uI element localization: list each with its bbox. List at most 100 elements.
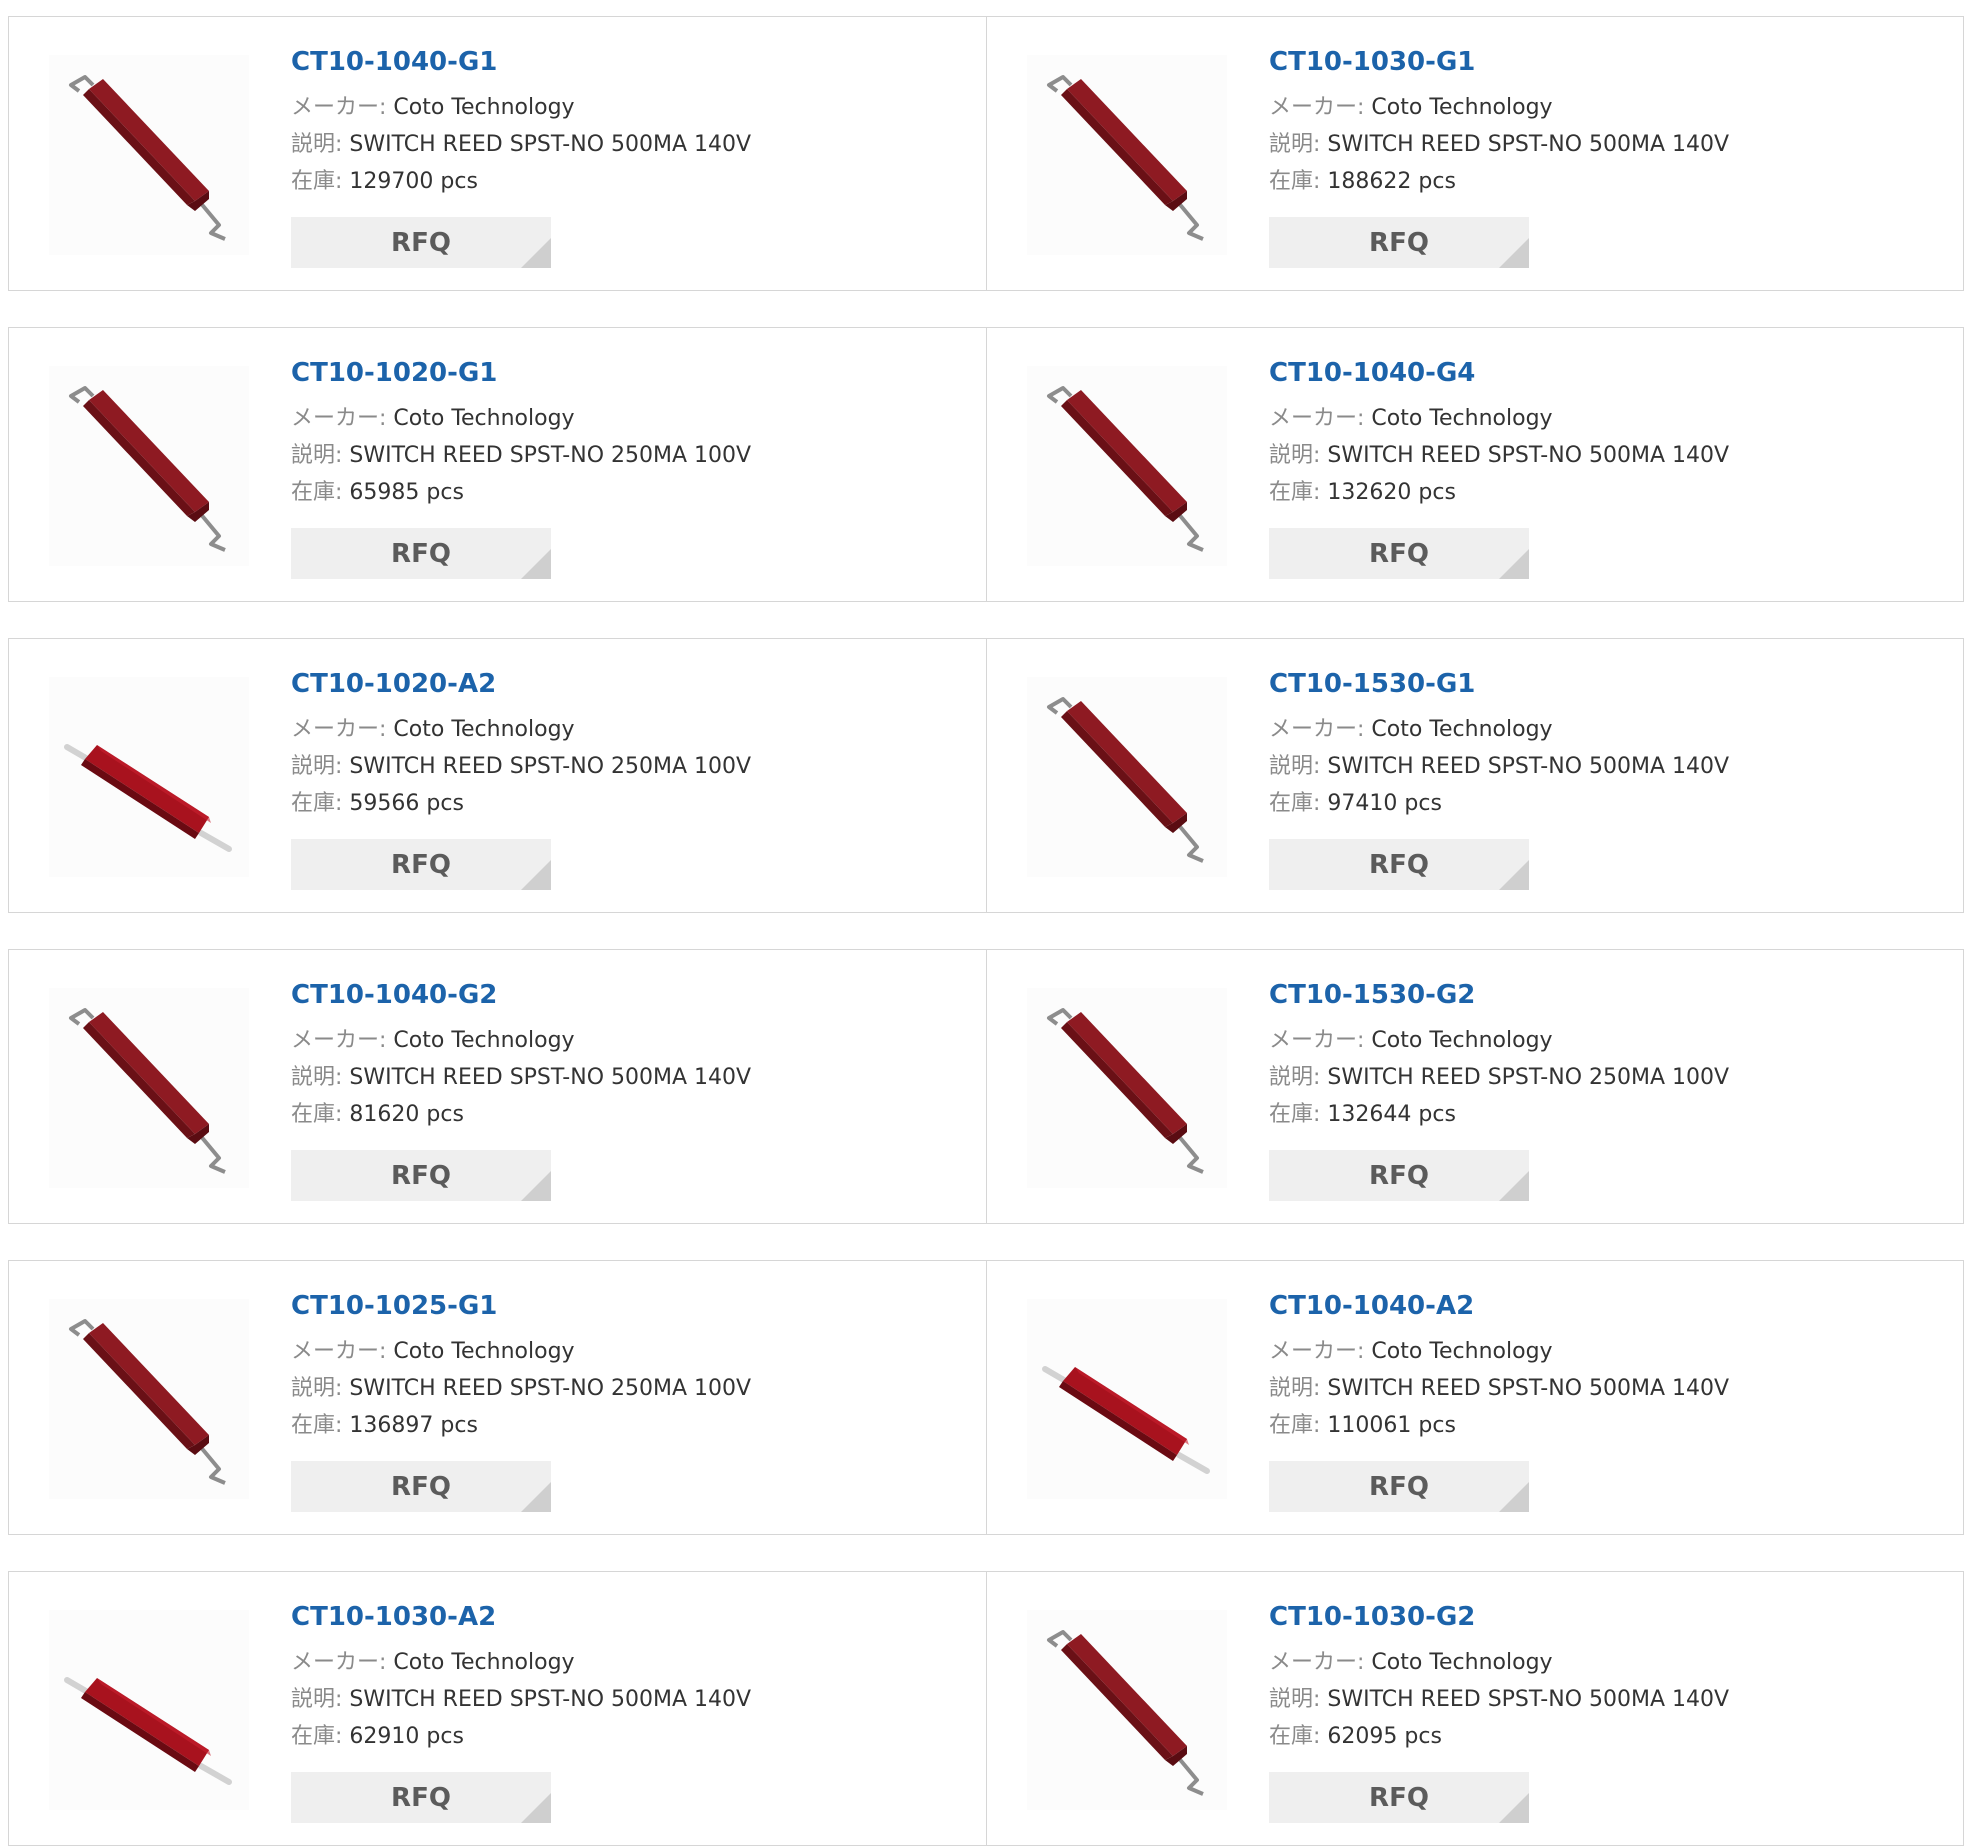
product-info: CT10-1040-G2 メーカー: Coto Technology 説明: S… bbox=[291, 978, 751, 1133]
stock-line: 在庫: 62910 pcs bbox=[291, 1718, 751, 1755]
description-line: 説明: SWITCH REED SPST-NO 250MA 100V bbox=[291, 748, 751, 785]
maker-value: Coto Technology bbox=[393, 1339, 575, 1364]
description-line: 説明: SWITCH REED SPST-NO 500MA 140V bbox=[291, 126, 751, 163]
stock-value: 132620 pcs bbox=[1327, 480, 1456, 505]
product-info: CT10-1030-G2 メーカー: Coto Technology 説明: S… bbox=[1269, 1600, 1729, 1755]
stock-label: 在庫: bbox=[291, 1413, 343, 1438]
rfq-button[interactable]: RFQ bbox=[1269, 1772, 1529, 1823]
product-card: CT10-1030-G2 メーカー: Coto Technology 説明: S… bbox=[986, 1571, 1964, 1846]
stock-line: 在庫: 97410 pcs bbox=[1269, 785, 1729, 822]
description-line: 説明: SWITCH REED SPST-NO 500MA 140V bbox=[1269, 1681, 1729, 1718]
stock-value: 188622 pcs bbox=[1327, 169, 1456, 194]
product-name-link[interactable]: CT10-1020-G1 bbox=[291, 356, 751, 390]
stock-line: 在庫: 136897 pcs bbox=[291, 1407, 751, 1444]
maker-label: メーカー: bbox=[1269, 717, 1365, 742]
rfq-button[interactable]: RFQ bbox=[1269, 528, 1529, 579]
rfq-button[interactable]: RFQ bbox=[1269, 839, 1529, 890]
reed-switch-bent-lead-image bbox=[69, 386, 226, 552]
maker-label: メーカー: bbox=[1269, 95, 1365, 120]
stock-value: 62910 pcs bbox=[349, 1724, 464, 1749]
description-label: 説明: bbox=[291, 1376, 343, 1401]
rfq-button[interactable]: RFQ bbox=[1269, 217, 1529, 268]
stock-label: 在庫: bbox=[1269, 480, 1321, 505]
description-label: 説明: bbox=[291, 754, 343, 779]
maker-value: Coto Technology bbox=[1371, 717, 1553, 742]
product-thumbnail[interactable] bbox=[1027, 1610, 1227, 1810]
rfq-corner-decoration bbox=[521, 549, 551, 579]
product-row: CT10-1040-G2 メーカー: Coto Technology 説明: S… bbox=[8, 949, 1965, 1224]
product-name-link[interactable]: CT10-1040-G2 bbox=[291, 978, 751, 1012]
description-label: 説明: bbox=[1269, 1687, 1321, 1712]
maker-line: メーカー: Coto Technology bbox=[291, 1333, 751, 1370]
rfq-button[interactable]: RFQ bbox=[1269, 1150, 1529, 1201]
stock-line: 在庫: 110061 pcs bbox=[1269, 1407, 1729, 1444]
product-thumbnail[interactable] bbox=[1027, 1299, 1227, 1499]
product-thumbnail[interactable] bbox=[49, 988, 249, 1188]
product-name-link[interactable]: CT10-1030-G2 bbox=[1269, 1600, 1729, 1634]
maker-value: Coto Technology bbox=[1371, 95, 1553, 120]
stock-value: 129700 pcs bbox=[349, 169, 478, 194]
maker-line: メーカー: Coto Technology bbox=[291, 400, 751, 437]
product-card: CT10-1030-G1 メーカー: Coto Technology 説明: S… bbox=[986, 16, 1964, 291]
maker-value: Coto Technology bbox=[1371, 1650, 1553, 1675]
product-name-link[interactable]: CT10-1025-G1 bbox=[291, 1289, 751, 1323]
product-thumbnail[interactable] bbox=[1027, 55, 1227, 255]
product-thumbnail[interactable] bbox=[49, 366, 249, 566]
product-name-link[interactable]: CT10-1040-A2 bbox=[1269, 1289, 1729, 1323]
product-name-link[interactable]: CT10-1530-G2 bbox=[1269, 978, 1729, 1012]
stock-value: 136897 pcs bbox=[349, 1413, 478, 1438]
maker-value: Coto Technology bbox=[1371, 1028, 1553, 1053]
rfq-button-label: RFQ bbox=[391, 1160, 451, 1191]
description-value: SWITCH REED SPST-NO 500MA 140V bbox=[1327, 443, 1730, 468]
product-name-link[interactable]: CT10-1030-G1 bbox=[1269, 45, 1729, 79]
stock-value: 59566 pcs bbox=[349, 791, 464, 816]
maker-label: メーカー: bbox=[291, 1339, 387, 1364]
rfq-button-label: RFQ bbox=[1369, 849, 1429, 880]
rfq-button[interactable]: RFQ bbox=[1269, 1461, 1529, 1512]
product-card: CT10-1040-A2 メーカー: Coto Technology 説明: S… bbox=[986, 1260, 1964, 1535]
product-info: CT10-1530-G1 メーカー: Coto Technology 説明: S… bbox=[1269, 667, 1729, 822]
rfq-button[interactable]: RFQ bbox=[291, 1772, 551, 1823]
product-thumbnail[interactable] bbox=[1027, 988, 1227, 1188]
product-info: CT10-1030-A2 メーカー: Coto Technology 説明: S… bbox=[291, 1600, 751, 1755]
product-info: CT10-1025-G1 メーカー: Coto Technology 説明: S… bbox=[291, 1289, 751, 1444]
product-name-link[interactable]: CT10-1040-G1 bbox=[291, 45, 751, 79]
rfq-button[interactable]: RFQ bbox=[291, 1461, 551, 1512]
reed-switch-bent-lead-image bbox=[1047, 386, 1204, 552]
rfq-button[interactable]: RFQ bbox=[291, 217, 551, 268]
description-value: SWITCH REED SPST-NO 500MA 140V bbox=[349, 1065, 752, 1090]
rfq-button[interactable]: RFQ bbox=[291, 528, 551, 579]
maker-value: Coto Technology bbox=[393, 95, 575, 120]
product-thumbnail[interactable] bbox=[1027, 677, 1227, 877]
product-thumbnail[interactable] bbox=[49, 677, 249, 877]
stock-value: 81620 pcs bbox=[349, 1102, 464, 1127]
stock-line: 在庫: 65985 pcs bbox=[291, 474, 751, 511]
stock-label: 在庫: bbox=[1269, 791, 1321, 816]
rfq-corner-decoration bbox=[521, 1171, 551, 1201]
product-row: CT10-1040-G1 メーカー: Coto Technology 説明: S… bbox=[8, 16, 1965, 291]
stock-value: 62095 pcs bbox=[1327, 1724, 1442, 1749]
rfq-button[interactable]: RFQ bbox=[291, 839, 551, 890]
rfq-button-label: RFQ bbox=[391, 1782, 451, 1813]
product-name-link[interactable]: CT10-1020-A2 bbox=[291, 667, 751, 701]
product-thumbnail[interactable] bbox=[1027, 366, 1227, 566]
reed-switch-bent-lead-image bbox=[1047, 75, 1204, 241]
product-row: CT10-1020-G1 メーカー: Coto Technology 説明: S… bbox=[8, 327, 1965, 602]
rfq-corner-decoration bbox=[521, 1482, 551, 1512]
product-name-link[interactable]: CT10-1530-G1 bbox=[1269, 667, 1729, 701]
product-thumbnail[interactable] bbox=[49, 1610, 249, 1810]
description-line: 説明: SWITCH REED SPST-NO 500MA 140V bbox=[1269, 126, 1729, 163]
stock-label: 在庫: bbox=[1269, 1102, 1321, 1127]
product-name-link[interactable]: CT10-1030-A2 bbox=[291, 1600, 751, 1634]
stock-label: 在庫: bbox=[291, 169, 343, 194]
product-thumbnail[interactable] bbox=[49, 1299, 249, 1499]
rfq-button[interactable]: RFQ bbox=[291, 1150, 551, 1201]
product-name-link[interactable]: CT10-1040-G4 bbox=[1269, 356, 1729, 390]
description-value: SWITCH REED SPST-NO 500MA 140V bbox=[349, 1687, 752, 1712]
product-thumbnail[interactable] bbox=[49, 55, 249, 255]
rfq-button-label: RFQ bbox=[1369, 1782, 1429, 1813]
stock-value: 65985 pcs bbox=[349, 480, 464, 505]
product-card: CT10-1025-G1 メーカー: Coto Technology 説明: S… bbox=[8, 1260, 987, 1535]
description-value: SWITCH REED SPST-NO 500MA 140V bbox=[1327, 1687, 1730, 1712]
maker-label: メーカー: bbox=[291, 406, 387, 431]
